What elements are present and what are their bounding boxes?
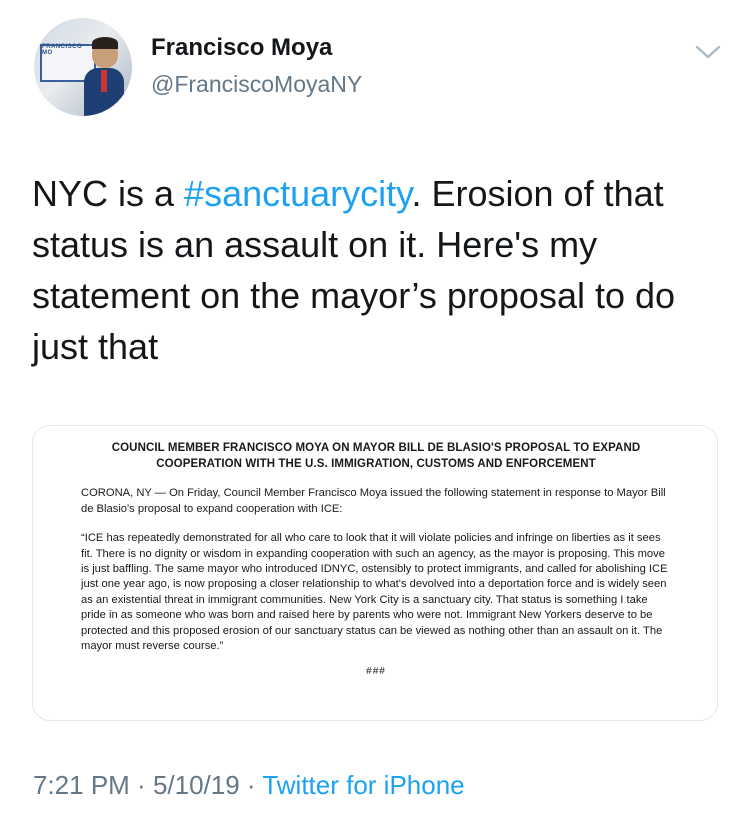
tweet-source-link[interactable]: Twitter for iPhone xyxy=(262,770,464,800)
author-display-name[interactable]: Francisco Moya xyxy=(151,34,332,62)
avatar[interactable]: FRANCISCO MO xyxy=(34,18,132,116)
footer-separator: · xyxy=(239,770,263,800)
footer-separator: · xyxy=(129,770,153,800)
statement-title: COUNCIL MEMBER FRANCISCO MOYA ON MAYOR B… xyxy=(111,442,641,470)
attached-image-card[interactable]: COUNCIL MEMBER FRANCISCO MOYA ON MAYOR B… xyxy=(32,425,718,721)
tweet-text-before: NYC is a xyxy=(32,173,185,214)
chevron-down-icon[interactable] xyxy=(694,42,722,62)
tweet-date: 5/10/19 xyxy=(152,770,240,800)
avatar-sign-text: FRANCISCO MO xyxy=(42,44,83,56)
statement-document: COUNCIL MEMBER FRANCISCO MOYA ON MAYOR B… xyxy=(81,440,671,677)
tweet-time: 7:21 PM xyxy=(33,770,130,800)
statement-end-mark: ### xyxy=(366,666,386,678)
avatar-figure-hair xyxy=(92,37,118,49)
author-handle[interactable]: @FranciscoMoyaNY xyxy=(151,71,362,98)
statement-intro: CORONA, NY — On Friday, Council Member F… xyxy=(81,487,666,515)
tweet-footer: 7:21 PM · 5/10/19 · Twitter for iPhone xyxy=(33,770,465,801)
avatar-figure-tie xyxy=(101,70,107,92)
hashtag-link[interactable]: #sanctuarycity xyxy=(184,173,411,214)
statement-quote: “ICE has repeatedly demonstrated for all… xyxy=(81,532,668,653)
tweet-text: NYC is a #sanctuarycity. Erosion of that… xyxy=(32,168,732,372)
